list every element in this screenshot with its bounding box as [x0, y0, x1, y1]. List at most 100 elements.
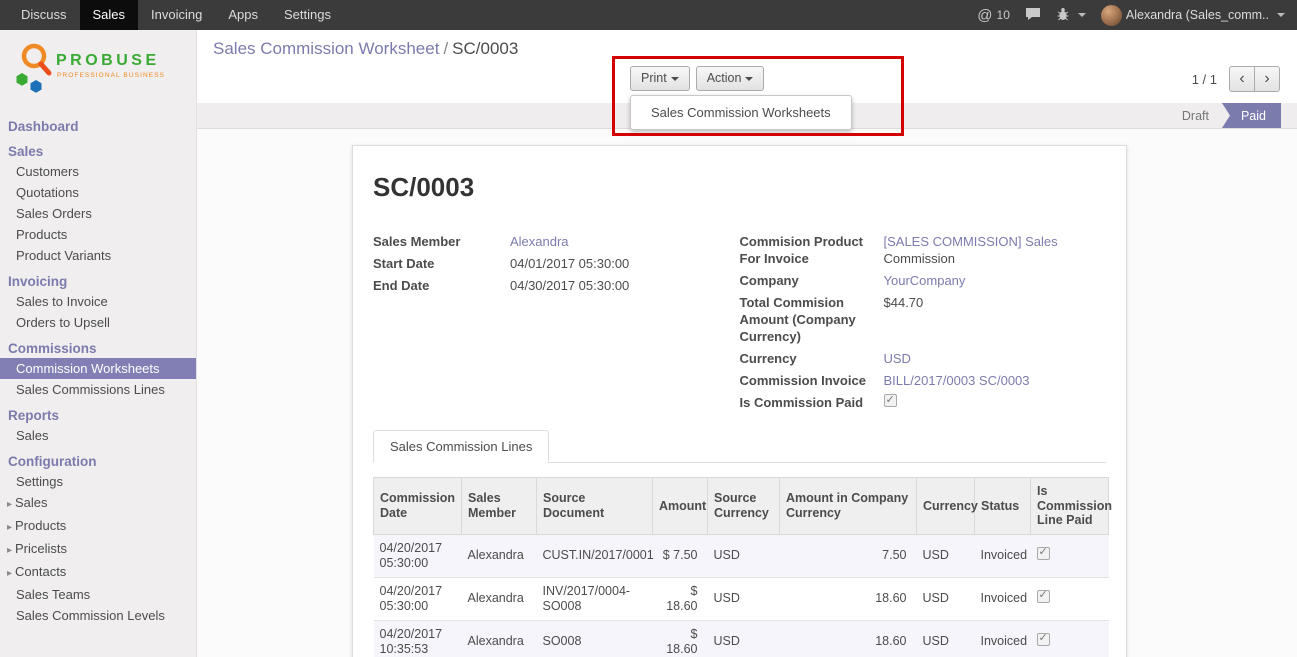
logo-hexagon-blue	[31, 80, 42, 93]
bug-icon	[1056, 7, 1070, 24]
field-sales-member: Sales Member Alexandra	[373, 233, 740, 250]
sidebar-item-products[interactable]: Products	[0, 224, 196, 245]
print-button-label: Print	[641, 71, 667, 85]
sidebar-item-sales-commissions-lines[interactable]: Sales Commissions Lines	[0, 379, 196, 400]
menu-settings[interactable]: Settings	[271, 0, 344, 30]
tab-sales-commission-lines[interactable]: Sales Commission Lines	[373, 430, 549, 463]
pager-next-button[interactable]: ›	[1254, 66, 1280, 92]
sidebar-item-quotations[interactable]: Quotations	[0, 182, 196, 203]
debug-menu-button[interactable]	[1056, 7, 1086, 24]
sidebar-item-commission-worksheets[interactable]: Commission Worksheets	[0, 358, 196, 379]
column-header-currency[interactable]: Currency	[917, 478, 975, 535]
pager: 1 / 1 ‹ ›	[1192, 66, 1280, 92]
cell-company-amount: 7.50	[780, 534, 917, 577]
sidebar-section-reports[interactable]: Reports	[0, 405, 196, 425]
sidebar-section-invoicing[interactable]: Invoicing	[0, 271, 196, 291]
caret-right-icon: ▸	[7, 542, 15, 559]
pager-count[interactable]: 1 / 1	[1192, 72, 1217, 87]
column-header-sales-member[interactable]: Sales Member	[462, 478, 537, 535]
cell-date: 04/20/2017 05:30:00	[374, 534, 462, 577]
cell-currency: USD	[917, 620, 975, 657]
sidebar-item-dashboard[interactable]: Dashboard	[0, 116, 196, 136]
cell-member: Alexandra	[462, 534, 537, 577]
at-icon: @	[977, 7, 992, 24]
status-step-draft[interactable]: Draft	[1169, 103, 1222, 128]
record-title: SC/0003	[373, 172, 1106, 203]
menu-sales[interactable]: Sales	[80, 0, 139, 30]
table-row[interactable]: 04/20/2017 05:30:00 Alexandra CUST.IN/20…	[374, 534, 1109, 577]
cell-amount: $ 18.60	[653, 620, 708, 657]
cell-date: 04/20/2017 10:35:53	[374, 620, 462, 657]
action-button[interactable]: Action	[696, 66, 765, 91]
action-buttons: Print Action	[630, 66, 764, 91]
status-step-paid[interactable]: Paid	[1222, 103, 1281, 128]
sidebar-item-label: Sales	[15, 495, 48, 510]
user-menu[interactable]: Alexandra (Sales_comm..	[1101, 5, 1285, 26]
column-header-commission-date[interactable]: Commission Date	[374, 478, 462, 535]
cell-source: INV/2017/0004-SO008	[537, 577, 653, 620]
table-header-row: Commission Date Sales Member Source Docu…	[374, 478, 1109, 535]
sidebar-item-label: Pricelists	[15, 541, 67, 556]
sidebar-item-sales-teams[interactable]: Sales Teams	[0, 584, 196, 605]
table-row[interactable]: 04/20/2017 10:35:53 Alexandra SO008 $ 18…	[374, 620, 1109, 657]
sidebar-item-label: Contacts	[15, 564, 66, 579]
activities-counter[interactable]: @ 10	[977, 7, 1010, 24]
sidebar-item-sales-orders[interactable]: Sales Orders	[0, 203, 196, 224]
breadcrumb-parent-link[interactable]: Sales Commission Worksheet	[213, 39, 439, 58]
cell-status: Invoiced	[975, 620, 1031, 657]
cell-member: Alexandra	[462, 577, 537, 620]
messages-button[interactable]	[1025, 7, 1041, 24]
sidebar-item-product-variants[interactable]: Product Variants	[0, 245, 196, 266]
breadcrumb: Sales Commission Worksheet/SC/0003	[213, 39, 518, 59]
column-header-amount-company-currency[interactable]: Amount in Company Currency	[780, 478, 917, 535]
menu-apps[interactable]: Apps	[215, 0, 271, 30]
column-header-source-document[interactable]: Source Document	[537, 478, 653, 535]
field-label: Currency	[740, 350, 876, 367]
chevron-down-icon	[745, 77, 753, 81]
sidebar-section-configuration[interactable]: Configuration	[0, 451, 196, 471]
avatar	[1101, 5, 1122, 26]
table-row[interactable]: 04/20/2017 05:30:00 Alexandra INV/2017/0…	[374, 577, 1109, 620]
cell-source-currency: USD	[708, 534, 780, 577]
pager-previous-button[interactable]: ‹	[1229, 66, 1255, 92]
sidebar-item-config-products[interactable]: ▸Products	[0, 515, 196, 538]
dropdown-item-sales-commission-worksheets[interactable]: Sales Commission Worksheets	[631, 100, 851, 125]
cell-status: Invoiced	[975, 534, 1031, 577]
commission-invoice-link[interactable]: BILL/2017/0003 SC/0003	[884, 372, 1030, 389]
column-header-is-commission-line-paid[interactable]: Is Commission Line Paid	[1031, 478, 1109, 535]
column-header-amount[interactable]: Amount	[653, 478, 708, 535]
company-link[interactable]: YourCompany	[884, 272, 966, 289]
caret-right-icon: ▸	[7, 496, 15, 513]
sidebar-item-config-sales[interactable]: ▸Sales	[0, 492, 196, 515]
sidebar-item-settings[interactable]: Settings	[0, 471, 196, 492]
start-date-value: 04/01/2017 05:30:00	[510, 255, 629, 272]
column-header-status[interactable]: Status	[975, 478, 1031, 535]
sales-member-link[interactable]: Alexandra	[510, 233, 569, 250]
field-end-date: End Date 04/30/2017 05:30:00	[373, 277, 740, 294]
sidebar-item-label: Products	[15, 518, 66, 533]
sidebar-section-commissions[interactable]: Commissions	[0, 338, 196, 358]
field-label: Sales Member	[373, 233, 502, 250]
commission-lines-table: Commission Date Sales Member Source Docu…	[373, 477, 1109, 657]
field-label: Commision Product For Invoice	[740, 233, 876, 267]
menu-discuss[interactable]: Discuss	[8, 0, 80, 30]
commission-product-link[interactable]: [SALES COMMISSION] Sales	[884, 234, 1058, 249]
sidebar-item-reports-sales[interactable]: Sales	[0, 425, 196, 446]
probuse-logo: PROBUSE PROFESSIONAL BUSINESS	[0, 30, 196, 111]
print-button[interactable]: Print	[630, 66, 690, 91]
menu-invoicing[interactable]: Invoicing	[138, 0, 215, 30]
sidebar-item-config-pricelists[interactable]: ▸Pricelists	[0, 538, 196, 561]
is-commission-paid-checkbox	[884, 394, 897, 407]
commission-product-rest: Commission	[884, 251, 956, 266]
sidebar-item-sales-commission-levels[interactable]: Sales Commission Levels	[0, 605, 196, 626]
column-header-source-currency[interactable]: Source Currency	[708, 478, 780, 535]
sidebar-item-customers[interactable]: Customers	[0, 161, 196, 182]
chevron-down-icon	[1078, 13, 1086, 17]
sidebar-item-config-contacts[interactable]: ▸Contacts	[0, 561, 196, 584]
cell-status: Invoiced	[975, 577, 1031, 620]
cell-source-currency: USD	[708, 620, 780, 657]
sidebar-section-sales[interactable]: Sales	[0, 141, 196, 161]
currency-link[interactable]: USD	[884, 350, 911, 367]
sidebar-item-sales-to-invoice[interactable]: Sales to Invoice	[0, 291, 196, 312]
sidebar-item-orders-to-upsell[interactable]: Orders to Upsell	[0, 312, 196, 333]
